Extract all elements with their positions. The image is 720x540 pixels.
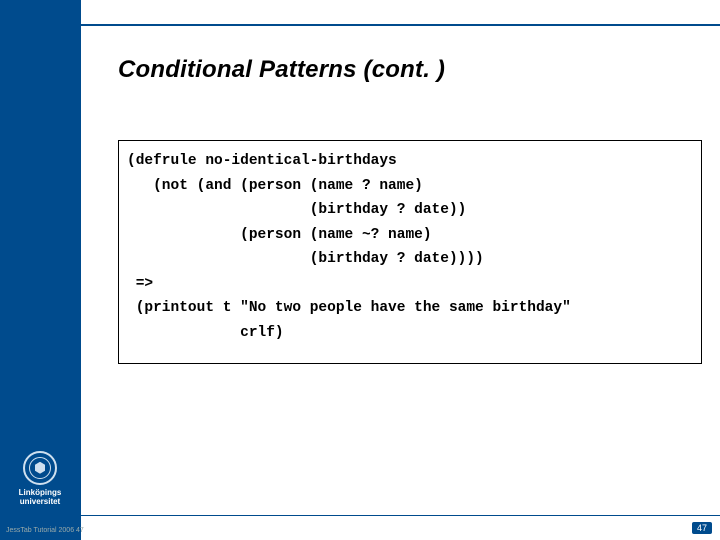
code-line: (person (name ~? name) bbox=[127, 223, 693, 248]
top-band bbox=[0, 0, 720, 26]
code-line: => bbox=[127, 272, 693, 297]
slide-title: Conditional Patterns (cont. ) bbox=[118, 56, 445, 84]
slide: Conditional Patterns (cont. ) (defrule n… bbox=[0, 0, 720, 540]
code-line: (birthday ? date)))) bbox=[127, 247, 693, 272]
code-line: crlf) bbox=[127, 321, 693, 346]
footer-number: 47 bbox=[76, 527, 84, 534]
code-line: (not (and (person (name ? name) bbox=[127, 174, 693, 199]
code-line: (birthday ? date)) bbox=[127, 198, 693, 223]
university-name: Linköpings universitet bbox=[6, 488, 74, 506]
page-badge: 47 bbox=[692, 522, 712, 534]
code-box: (defrule no-identical-birthdays (not (an… bbox=[118, 140, 702, 364]
code-line: (defrule no-identical-birthdays bbox=[127, 149, 693, 174]
seal-icon bbox=[23, 451, 57, 485]
footer-rule bbox=[0, 515, 720, 516]
footer-left: JessTab Tutorial 2006 bbox=[6, 527, 74, 534]
university-logo: Linköpings universitet bbox=[6, 451, 74, 506]
code-line: (printout t "No two people have the same… bbox=[127, 296, 693, 321]
